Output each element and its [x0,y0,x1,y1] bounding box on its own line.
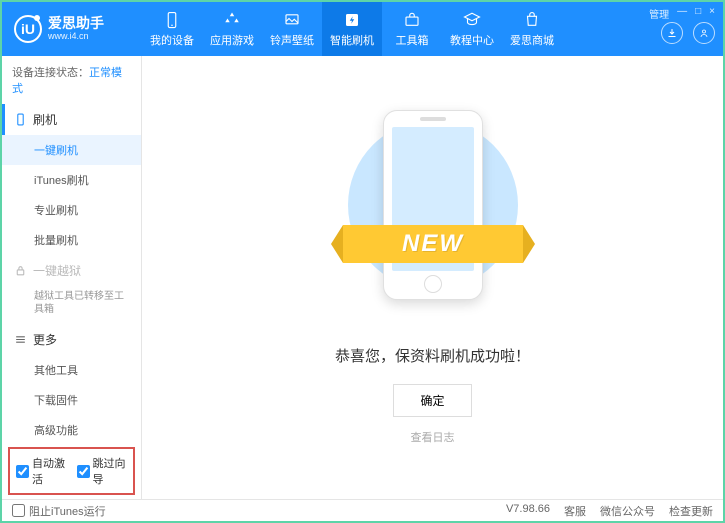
sidebar-item-itunes[interactable]: iTunes刷机 [2,165,141,195]
version-label: V7.98.66 [506,503,550,519]
close-button[interactable]: × [709,6,715,21]
sidebar-item-advanced[interactable]: 高级功能 [2,415,141,445]
app-name: 爱思助手 [48,16,104,31]
download-button[interactable] [661,22,683,44]
phone-illustration: NEW [363,110,503,330]
app-window: 管理 — □ × iU 爱思助手 www.i4.cn 我的设备 应用游戏 铃声壁 [0,0,725,523]
toolbox-icon [403,11,421,29]
phone-icon [163,11,181,29]
settings-link[interactable]: 管理 [649,6,669,21]
nav-tutorial[interactable]: 教程中心 [442,2,502,56]
sidebar-group-more[interactable]: 更多 [2,324,141,355]
sidebar-item-batch[interactable]: 批量刷机 [2,225,141,255]
nav-wallpaper[interactable]: 铃声壁纸 [262,2,322,56]
tutorial-icon [463,11,481,29]
nav-smart-flash[interactable]: 智能刷机 [322,2,382,56]
more-icon [14,333,27,346]
success-message: 恭喜您，保资料刷机成功啦！ [335,345,530,366]
user-button[interactable] [693,22,715,44]
view-log-link[interactable]: 查看日志 [411,429,455,445]
skip-guide-checkbox[interactable]: 跳过向导 [77,455,128,487]
main-nav: 我的设备 应用游戏 铃声壁纸 智能刷机 工具箱 教程中心 [142,2,562,56]
sidebar-group-jailbreak[interactable]: 一键越狱 [2,255,141,286]
maximize-button[interactable]: □ [695,6,701,21]
header-right [661,22,715,44]
confirm-button[interactable]: 确定 [393,384,471,417]
main-content: NEW 恭喜您，保资料刷机成功啦！ 确定 查看日志 [142,56,723,499]
check-update-link[interactable]: 检查更新 [669,503,713,519]
new-banner: NEW [343,225,523,263]
body-area: 设备连接状态：正常模式 刷机 一键刷机 iTunes刷机 专业刷机 批量刷机 一… [2,56,723,499]
logo-area: iU 爱思助手 www.i4.cn [2,15,142,43]
auto-activate-checkbox[interactable]: 自动激活 [16,455,67,487]
sidebar-item-oneclick[interactable]: 一键刷机 [2,135,141,165]
footer-right: V7.98.66 客服 微信公众号 检查更新 [506,503,713,519]
phone-small-icon [14,113,27,126]
footer-bar: 阻止iTunes运行 V7.98.66 客服 微信公众号 检查更新 [2,499,723,521]
minimize-button[interactable]: — [677,6,687,21]
nav-my-device[interactable]: 我的设备 [142,2,202,56]
sidebar-item-pro[interactable]: 专业刷机 [2,195,141,225]
connection-status: 设备连接状态：正常模式 [2,56,141,104]
app-url: www.i4.cn [48,32,104,42]
sidebar-item-other-tools[interactable]: 其他工具 [2,355,141,385]
lock-icon [14,264,27,277]
header-bar: 管理 — □ × iU 爱思助手 www.i4.cn 我的设备 应用游戏 铃声壁 [2,2,723,56]
block-itunes-checkbox[interactable]: 阻止iTunes运行 [12,503,106,519]
shop-icon [523,11,541,29]
wechat-link[interactable]: 微信公众号 [600,503,655,519]
nav-toolbox[interactable]: 工具箱 [382,2,442,56]
options-checkbox-row: 自动激活 跳过向导 [8,447,135,495]
window-controls: 管理 — □ × [649,6,715,21]
apps-icon [223,11,241,29]
flash-icon [343,11,361,29]
wallpaper-icon [283,11,301,29]
sidebar-item-download-fw[interactable]: 下载固件 [2,385,141,415]
logo-icon: iU [14,15,42,43]
sidebar: 设备连接状态：正常模式 刷机 一键刷机 iTunes刷机 专业刷机 批量刷机 一… [2,56,142,499]
support-link[interactable]: 客服 [564,503,586,519]
sidebar-group-flash[interactable]: 刷机 [2,104,141,135]
nav-apps[interactable]: 应用游戏 [202,2,262,56]
jailbreak-note: 越狱工具已转移至工具箱 [2,286,141,324]
nav-shop[interactable]: 爱思商城 [502,2,562,56]
